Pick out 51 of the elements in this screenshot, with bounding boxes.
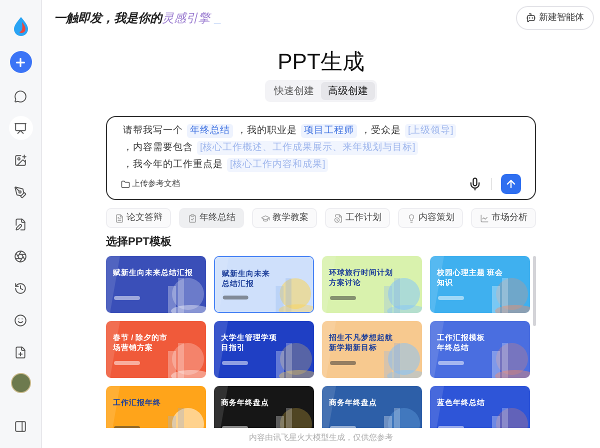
- chart-icon: [480, 214, 488, 222]
- slogan: 一触即发，我是你的: [54, 10, 162, 27]
- chat-icon[interactable]: [14, 90, 27, 102]
- scenario-chip[interactable]: 工作计划: [325, 208, 390, 228]
- document-icon[interactable]: [14, 218, 27, 230]
- mode-tab[interactable]: 高级创建: [321, 82, 375, 100]
- history-icon[interactable]: [14, 282, 27, 294]
- avatar[interactable]: [10, 373, 30, 393]
- smile-icon[interactable]: [14, 314, 27, 326]
- logo-icon: [12, 16, 30, 36]
- upload-reference-button[interactable]: 上传参考文档: [121, 178, 180, 190]
- prompt-text: ，我今年的工作重点是: [123, 158, 223, 172]
- image-icon[interactable]: [14, 154, 27, 166]
- add-note-icon[interactable]: [14, 346, 27, 358]
- page-title: PPT生成: [278, 48, 364, 76]
- arrow-up-icon: [505, 178, 517, 190]
- agent-icon: [526, 13, 536, 23]
- graduation-cap-icon: [260, 214, 270, 222]
- lightbulb-icon: [406, 214, 416, 222]
- new-agent-button[interactable]: 新建智能体: [516, 6, 594, 30]
- schedule-icon: [334, 214, 342, 222]
- presentation-icon[interactable]: [14, 122, 27, 134]
- scenario-chip[interactable]: 教学教案: [252, 208, 317, 228]
- prompt-text: ，内容需要包含: [123, 141, 193, 155]
- plus-icon: [14, 56, 27, 68]
- microphone-icon[interactable]: [468, 177, 482, 191]
- prompt-text: 请帮我写一个: [123, 124, 183, 138]
- prompt-text: ，我的职业是: [237, 124, 297, 138]
- typing-cursor: _: [214, 10, 221, 27]
- slogan-highlight: 灵感引擎: [162, 10, 210, 27]
- panel-toggle-icon[interactable]: [14, 420, 27, 432]
- folder-icon: [121, 180, 130, 188]
- pen-icon[interactable]: [14, 186, 27, 198]
- scenario-chip[interactable]: 年终总结: [179, 208, 244, 228]
- mode-tab[interactable]: 快速创建: [267, 82, 321, 100]
- prompt-text: ，受众是: [361, 124, 401, 138]
- section-heading: 选择PPT模板: [106, 234, 172, 250]
- sidebar-item-highlight[interactable]: [8, 116, 32, 140]
- clipboard-icon: [188, 214, 196, 222]
- scrollbar[interactable]: [533, 256, 536, 326]
- send-button[interactable]: [501, 174, 521, 194]
- new-chat-button[interactable]: [10, 51, 32, 73]
- document-icon: [114, 214, 124, 222]
- disclaimer: 内容由讯飞星火大模型生成，仅供您参考: [248, 432, 394, 444]
- prompt-slot[interactable]: 项目工程师: [301, 124, 357, 138]
- prompt-box[interactable]: 请帮我写一个 年终总结 ，我的职业是 项目工程师 ，受众是 [上级领导] ，内容需要包含 [核心工作概述、工作成果展示、来年规划与目标] ，我今年的工作重点是 [核心工作内容和成果] 上传参考文档: [106, 116, 536, 200]
- aperture-icon[interactable]: [14, 250, 27, 262]
- prompt-slot[interactable]: 年终总结: [187, 124, 233, 138]
- scenario-chip[interactable]: 内容策划: [398, 208, 463, 228]
- scenario-chip[interactable]: 论文答辩: [106, 208, 171, 228]
- scenario-chip[interactable]: 市场分析: [471, 208, 536, 228]
